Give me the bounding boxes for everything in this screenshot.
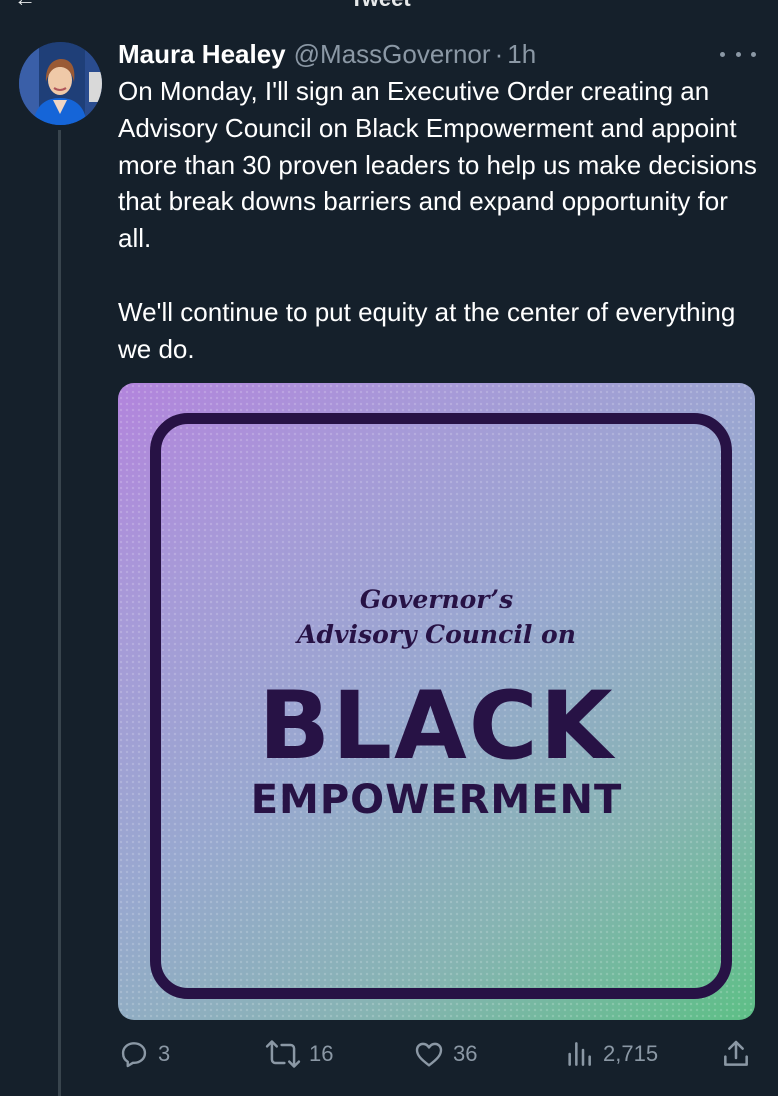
like-button[interactable]: 36	[413, 1034, 477, 1074]
header-separator: ·	[494, 38, 504, 69]
tweet-media-image[interactable]: Governor’s Advisory Council on BLACK EMP…	[118, 383, 755, 1020]
tweet-header: Maura Healey @MassGovernor · 1h	[118, 36, 536, 72]
reply-icon	[118, 1038, 150, 1070]
media-subheadline: EMPOWERMENT	[250, 777, 623, 823]
top-bar: ← Tweet	[0, 0, 778, 10]
retweet-count: 16	[309, 1041, 334, 1066]
author-display-name[interactable]: Maura Healey	[118, 39, 286, 70]
views-icon	[563, 1038, 595, 1070]
back-arrow-icon[interactable]: ←	[14, 0, 36, 10]
tweet-timestamp[interactable]: 1h	[507, 39, 536, 70]
more-dot	[720, 51, 725, 57]
more-dot	[751, 51, 756, 57]
tweet-actions: 3 16 36 2,715	[0, 1034, 778, 1074]
reply-count: 3	[158, 1041, 171, 1066]
tweet-paragraph: We'll continue to put equity at the cent…	[118, 296, 736, 364]
tweet-text: On Monday, I'll sign an Executive Order …	[118, 73, 758, 367]
like-count: 36	[453, 1041, 478, 1066]
media-headline: BLACK	[258, 672, 615, 781]
media-title-line-1: Governor’s	[359, 585, 514, 614]
views-button[interactable]: 2,715	[563, 1034, 658, 1074]
avatar-image	[19, 42, 102, 125]
retweet-icon	[265, 1038, 301, 1070]
more-dot	[735, 51, 741, 57]
top-bar-title: Tweet	[350, 0, 411, 10]
avatar[interactable]	[19, 42, 102, 125]
reply-button[interactable]: 3	[118, 1034, 170, 1074]
share-icon	[720, 1038, 752, 1070]
retweet-button[interactable]: 16	[265, 1034, 333, 1074]
thread-line	[58, 130, 61, 1096]
more-icon[interactable]	[720, 46, 756, 62]
author-handle[interactable]: @MassGovernor	[294, 39, 491, 70]
tweet-paragraph: On Monday, I'll sign an Executive Order …	[118, 76, 757, 254]
heart-icon	[413, 1038, 445, 1070]
media-title-line-2: Advisory Council on	[297, 620, 576, 649]
views-count: 2,715	[603, 1041, 659, 1066]
share-button[interactable]	[720, 1034, 752, 1074]
